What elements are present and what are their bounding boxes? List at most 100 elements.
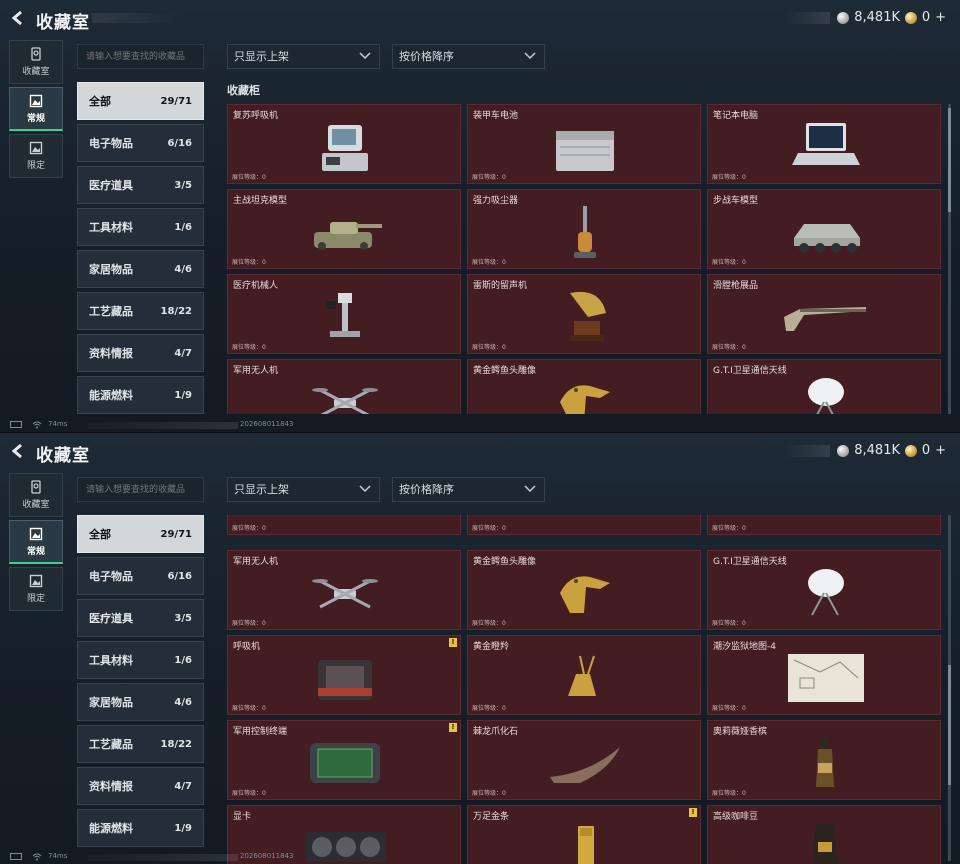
category-item[interactable]: 能源燃料 1/9: [77, 376, 204, 414]
search-input[interactable]: [77, 44, 204, 69]
search-input[interactable]: [77, 477, 204, 502]
category-label: 工具材料: [89, 221, 133, 234]
tab-regular[interactable]: 常规: [9, 520, 63, 564]
tab-limited[interactable]: 限定: [9, 134, 63, 178]
shelf-filter-label: 只显示上架: [234, 50, 289, 63]
collection-card-partial[interactable]: 展位等级：0: [467, 515, 701, 535]
ping-value: 74ms: [48, 420, 68, 428]
collection-card[interactable]: 笔记本电脑 展位等级：0: [707, 104, 941, 184]
currency-value: 8,481K: [854, 10, 900, 25]
collection-card[interactable]: 步战车模型 展位等级：0: [707, 189, 941, 269]
category-item[interactable]: 电子物品 6/16: [77, 124, 204, 162]
collection-card-partial[interactable]: 展位等级：0: [227, 515, 461, 535]
collection-card[interactable]: 奥莉薇娅香槟 展位等级：0: [707, 720, 941, 800]
tab-label: 常规: [26, 113, 45, 124]
collection-card[interactable]: 复苏呼吸机 展位等级：0: [227, 104, 461, 184]
wifi-icon: [32, 853, 42, 861]
title-decoration: [92, 13, 182, 23]
category-item[interactable]: 工艺藏品 18/22: [77, 725, 204, 763]
collection-card[interactable]: 黄金瞪羚 展位等级：0: [467, 635, 701, 715]
category-label: 医疗道具: [89, 612, 133, 625]
category-item[interactable]: 资料情报 4/7: [77, 767, 204, 805]
category-item[interactable]: 资料情报 4/7: [77, 334, 204, 372]
category-item[interactable]: 能源燃料 1/9: [77, 809, 204, 847]
collection-card[interactable]: 军用无人机展位等级：0: [227, 359, 461, 414]
item-name: 医疗机械人: [233, 281, 279, 291]
scrollbar-thumb[interactable]: [948, 108, 951, 212]
back-arrow-icon[interactable]: [10, 10, 26, 26]
bonds-display[interactable]: 0 +: [904, 443, 946, 458]
item-name: G.T.I卫星通信天线: [713, 366, 787, 376]
level-label: 展位等级：0: [472, 344, 506, 351]
collection-card[interactable]: 滑膛枪展品 展位等级：0: [707, 274, 941, 354]
silver-coin-icon: [837, 11, 850, 24]
item-name: 强力吸尘器: [473, 196, 519, 206]
category-label: 全部: [89, 95, 111, 108]
collection-card-partial[interactable]: 展位等级：0: [707, 515, 941, 535]
collection-card[interactable]: G.T.I卫星通信天线展位等级：0: [707, 550, 941, 630]
currency-display: 8,481K: [784, 10, 900, 25]
bonds-add-button[interactable]: +: [935, 10, 946, 25]
collection-card[interactable]: G.T.I卫星通信天线展位等级：0: [707, 359, 941, 414]
category-item[interactable]: 家居物品 4/6: [77, 250, 204, 288]
item-name: 高级咖啡豆: [713, 812, 759, 822]
top-bar: 收藏室 8,481K 0 +: [0, 0, 960, 36]
category-item[interactable]: 工艺藏品 18/22: [77, 292, 204, 330]
collection-card[interactable]: 装甲车电池展位等级：0: [467, 104, 701, 184]
category-count: 18/22: [160, 738, 192, 750]
scrollbar-thumb[interactable]: [948, 665, 951, 785]
category-count: 3/5: [174, 179, 192, 191]
shelf-filter-dropdown[interactable]: 只显示上架: [227, 477, 380, 502]
apc-model-icon: [794, 224, 860, 253]
collection-card[interactable]: 潮汐监狱地图-4 展位等级：0: [707, 635, 941, 715]
uid-text: 202608011843: [240, 852, 294, 860]
collection-card[interactable]: 强力吸尘器 展位等级：0: [467, 189, 701, 269]
category-count: 1/6: [174, 221, 192, 233]
item-name: 奥莉薇娅香槟: [713, 727, 768, 737]
warning-badge: !: [449, 723, 457, 732]
category-count: 4/6: [174, 263, 192, 275]
grid-scrollbar[interactable]: [948, 515, 951, 861]
bonds-add-button[interactable]: +: [935, 443, 946, 458]
tab-collection-room[interactable]: 收藏室: [9, 473, 63, 517]
category-item[interactable]: 全部 29/71: [77, 82, 204, 120]
category-item[interactable]: 电子物品 6/16: [77, 557, 204, 595]
badge-icon: [31, 47, 41, 61]
collection-card[interactable]: 主战坦克模型 展位等级：0: [227, 189, 461, 269]
tab-label: 收藏室: [22, 67, 50, 77]
back-arrow-icon[interactable]: [10, 443, 26, 459]
item-grid: 复苏呼吸机 展位等级：0 装甲车电池 展位等级：0 笔记本电脑 展位等级：0 主战坦克模型展…: [227, 104, 943, 414]
bonds-display[interactable]: 0 +: [904, 10, 946, 25]
claw-fossil-icon: [550, 747, 620, 783]
collection-card[interactable]: 黄金鳄鱼头雕像展位等级：0: [467, 550, 701, 630]
collection-card[interactable]: 军用无人机展位等级：0: [227, 550, 461, 630]
category-item[interactable]: 工具材料 1/6: [77, 208, 204, 246]
collection-card[interactable]: 呼吸机! 展位等级：0: [227, 635, 461, 715]
category-item[interactable]: 工具材料 1/6: [77, 641, 204, 679]
sort-dropdown[interactable]: 按价格降序: [392, 477, 545, 502]
category-item[interactable]: 家居物品 4/6: [77, 683, 204, 721]
tab-collection-room[interactable]: 收藏室: [9, 40, 63, 84]
category-item[interactable]: 全部 29/71: [77, 515, 204, 553]
category-item[interactable]: 医疗道具 3/5: [77, 599, 204, 637]
tab-limited[interactable]: 限定: [9, 567, 63, 611]
level-label: 展位等级：0: [472, 174, 506, 181]
collection-card[interactable]: 军用控制终端! 展位等级：0: [227, 720, 461, 800]
category-item[interactable]: 医疗道具 3/5: [77, 166, 204, 204]
collection-card[interactable]: 棘龙爪化石 展位等级：0: [467, 720, 701, 800]
drone-icon: [312, 579, 378, 609]
collection-card[interactable]: 黄金鳄鱼头雕像展位等级：0: [467, 359, 701, 414]
sort-dropdown[interactable]: 按价格降序: [392, 44, 545, 69]
currency-decoration: [784, 444, 831, 457]
medical-robot-icon: [326, 293, 360, 337]
level-label: 展位等级：0: [712, 620, 746, 627]
chevron-down-icon: [359, 52, 371, 60]
item-name: 装甲车电池: [473, 111, 519, 121]
collection-card[interactable]: 医疗机械人 展位等级：0: [227, 274, 461, 354]
collection-card[interactable]: 雷斯的留声机 展位等级：0: [467, 274, 701, 354]
musket-icon: [784, 307, 866, 331]
shelf-filter-dropdown[interactable]: 只显示上架: [227, 44, 380, 69]
tab-regular[interactable]: 常规: [9, 87, 63, 131]
grid-scrollbar[interactable]: [948, 104, 951, 414]
control-terminal-icon: [310, 743, 380, 783]
